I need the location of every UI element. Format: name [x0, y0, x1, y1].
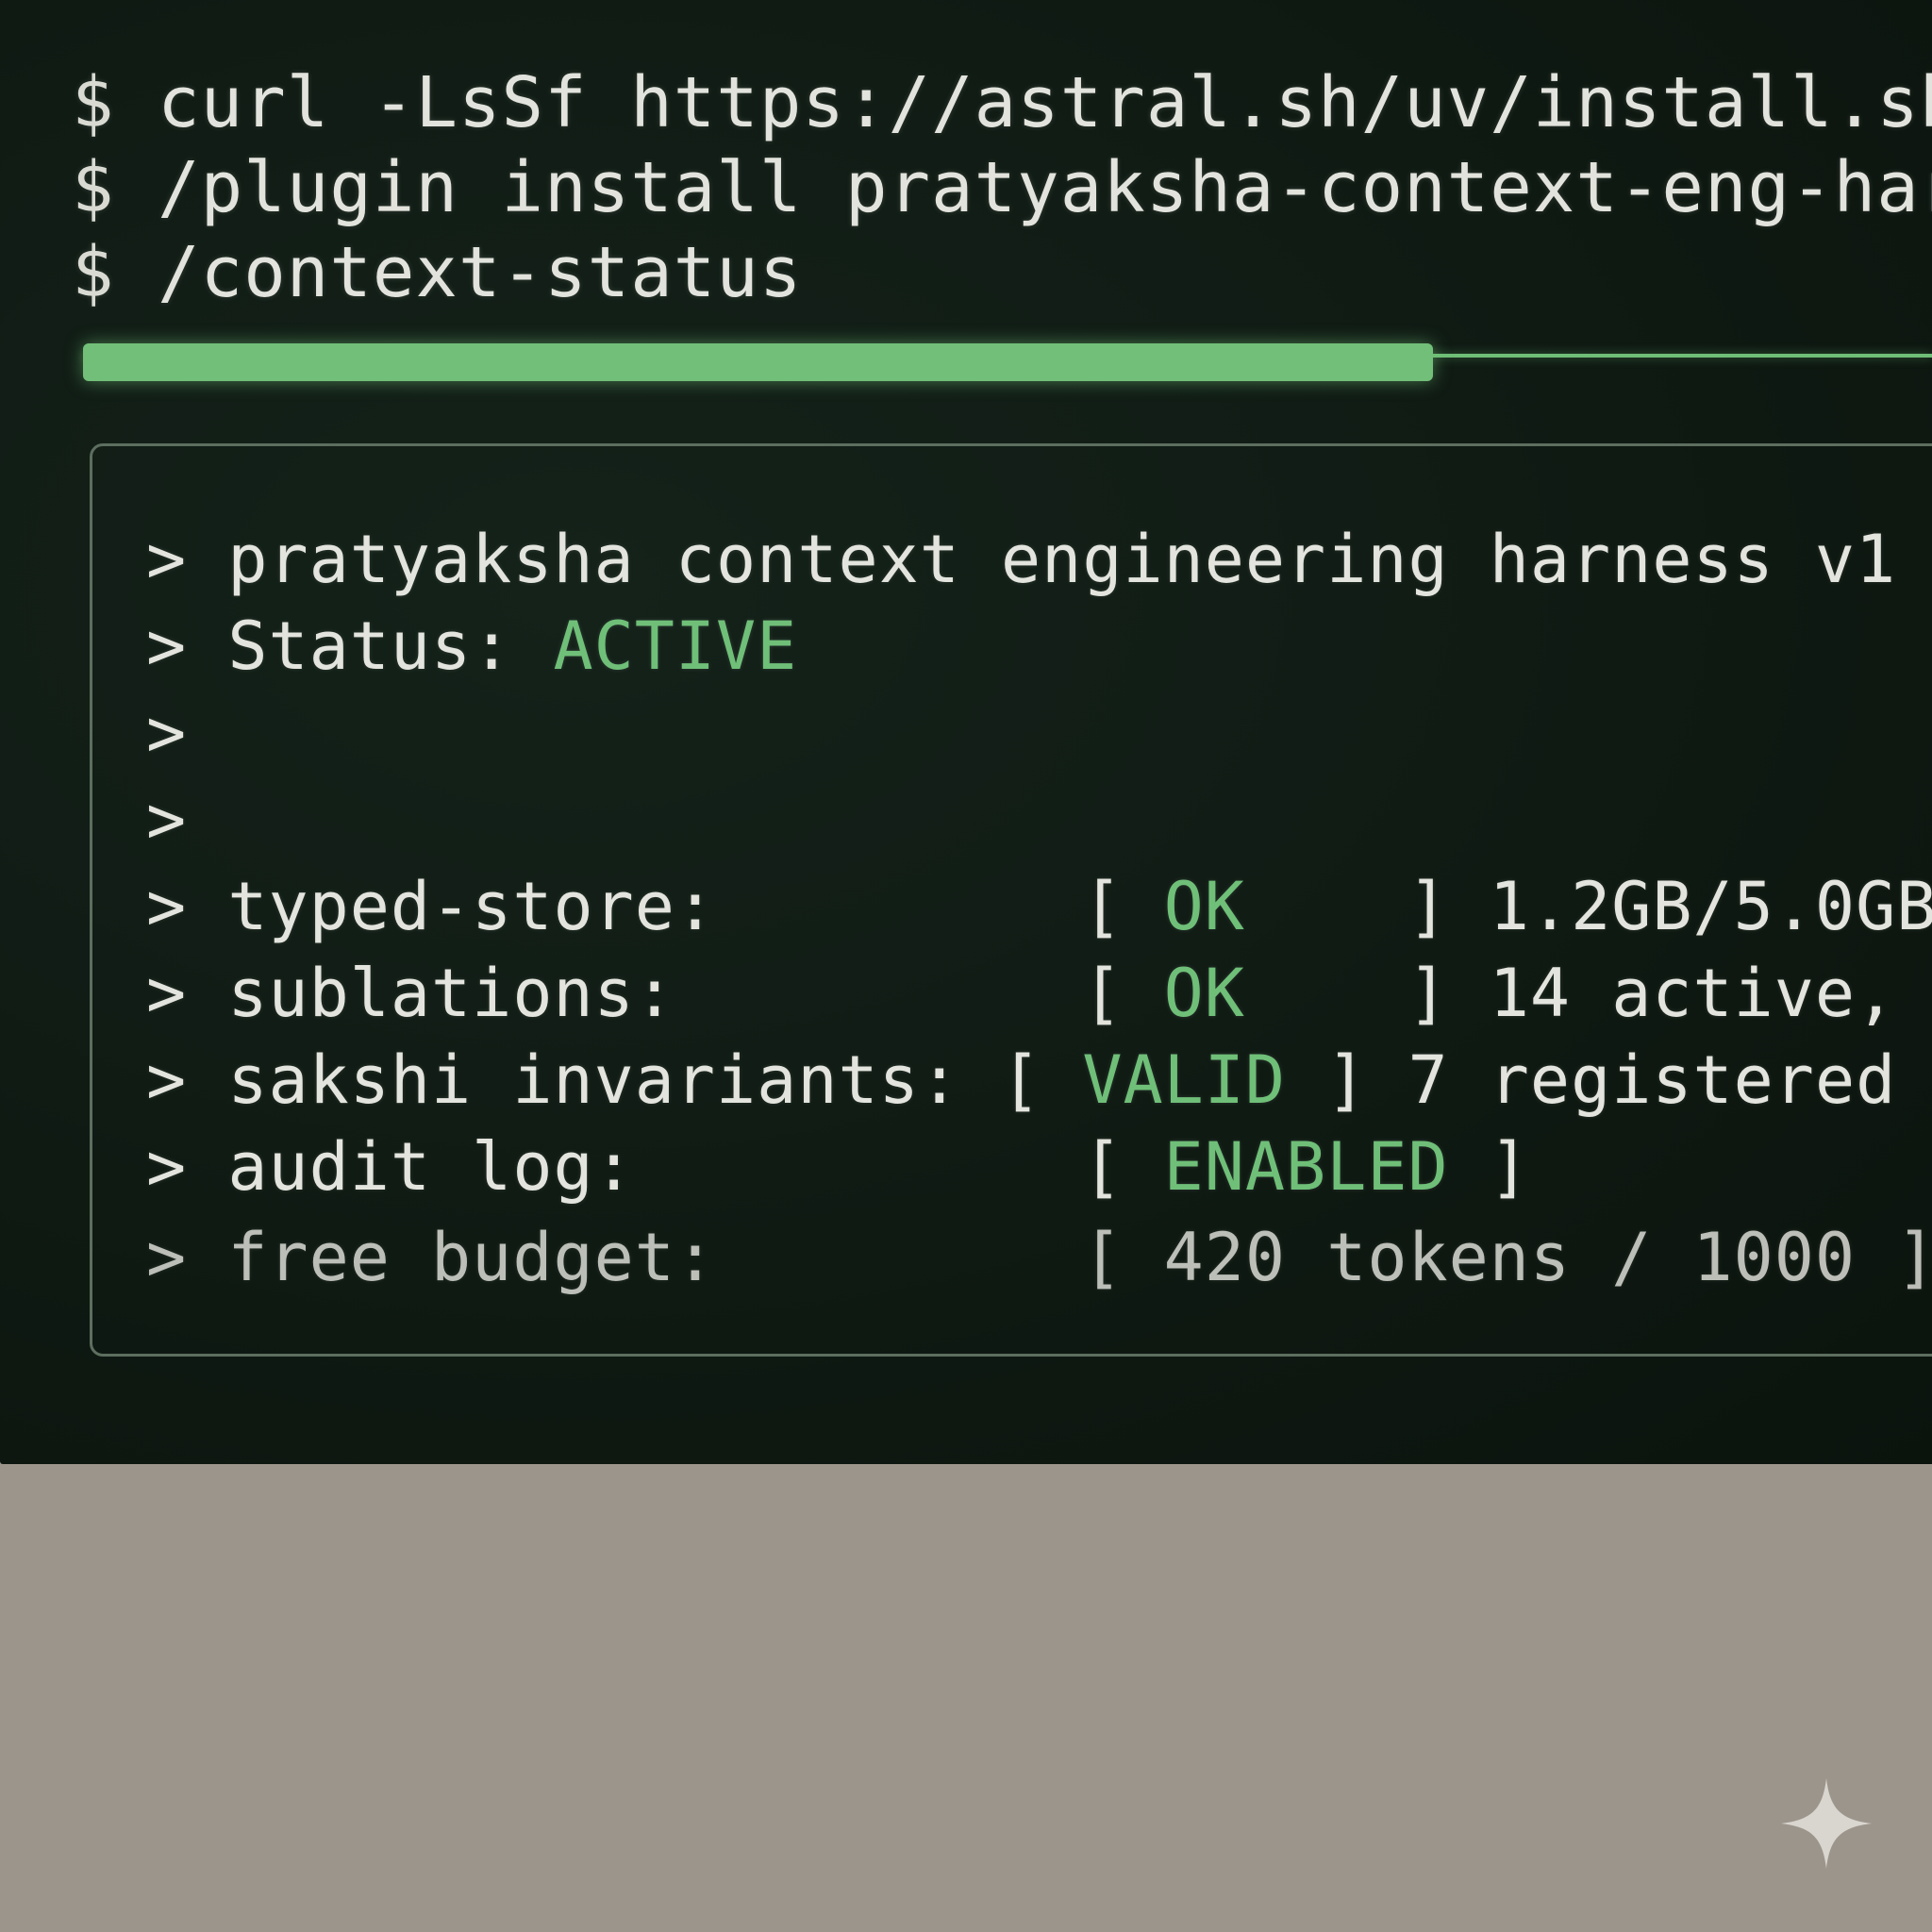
audit-log-row: > audit log: [ ENABLED ]: [146, 1134, 1530, 1200]
row-state: OK: [1163, 868, 1368, 945]
output-marker: >: [146, 955, 188, 1032]
row-label: audit log:: [227, 1128, 1083, 1206]
command-line-1: $ curl -LsSf https://astral.sh/uv/instal…: [72, 68, 1932, 138]
command-line-3: $ /context-status: [72, 238, 802, 308]
row-state: OK: [1163, 955, 1368, 1032]
row-label: sakshi invariants:: [227, 1041, 1002, 1119]
row-state: VALID: [1082, 1041, 1287, 1119]
output-marker: >: [146, 608, 188, 685]
typed-store-row: > typed-store: [ OK ] 1.2GB/5.0GB: [146, 874, 1932, 940]
status-line: > Status: ACTIVE: [146, 613, 797, 679]
row-detail: 1.2GB/5.0GB: [1448, 868, 1932, 945]
progress-bar-fill: [83, 343, 1433, 381]
bracket-open: [: [1082, 868, 1164, 945]
bracket-open: [: [1082, 1128, 1164, 1206]
row-label: free budget:: [227, 1219, 1083, 1296]
output-header-line: > pratyaksha context engineering harness…: [146, 526, 1896, 592]
bracket-close: ]: [1367, 868, 1449, 945]
output-marker: >: [146, 781, 188, 858]
output-marker: >: [146, 1128, 188, 1206]
output-marker: >: [146, 521, 188, 598]
row-label: sublations:: [227, 955, 1083, 1032]
free-budget-row: > free budget: [ 420 tokens / 1000 ]: [146, 1224, 1932, 1291]
command-text: curl -LsSf https://astral.sh/uv/install.…: [158, 62, 1932, 143]
shell-prompt: $: [72, 232, 115, 313]
output-marker: >: [146, 1041, 188, 1119]
status-label: Status:: [227, 608, 554, 685]
shell-prompt: $: [72, 147, 115, 228]
sakshi-invariants-row: > sakshi invariants: [ VALID ] 7 registe…: [146, 1047, 1896, 1113]
budget-value: [ 420 tokens / 1000 ]: [1082, 1219, 1932, 1296]
status-value: ACTIVE: [553, 608, 798, 685]
empty-output-line: >: [146, 700, 187, 766]
command-text: /plugin install pratyaksha-context-eng-h…: [158, 147, 1932, 228]
output-marker: >: [146, 868, 188, 945]
output-marker: >: [146, 694, 188, 772]
command-line-2: $ /plugin install pratyaksha-context-eng…: [72, 153, 1932, 223]
sublations-row: > sublations: [ OK ] 14 active, 3: [146, 960, 1932, 1026]
bracket-open: [: [1082, 955, 1164, 1032]
bracket-close: ]: [1367, 955, 1449, 1032]
sparkle-icon: [1781, 1778, 1872, 1869]
empty-output-line: >: [146, 787, 187, 853]
row-state: ENABLED: [1163, 1128, 1449, 1206]
harness-title: pratyaksha context engineering harness v…: [227, 521, 1897, 598]
row-detail: 14 active, 3: [1448, 955, 1932, 1032]
row-label: typed-store:: [227, 868, 1083, 945]
row-detail: 7 registered: [1367, 1041, 1897, 1119]
shell-prompt: $: [72, 62, 115, 143]
bracket-open: [: [1001, 1041, 1083, 1119]
bracket-close: ]: [1286, 1041, 1368, 1119]
output-marker: >: [146, 1219, 188, 1296]
command-text: /context-status: [158, 232, 803, 313]
terminal-window: $ curl -LsSf https://astral.sh/uv/instal…: [0, 0, 1932, 1464]
bracket-close: ]: [1448, 1128, 1530, 1206]
